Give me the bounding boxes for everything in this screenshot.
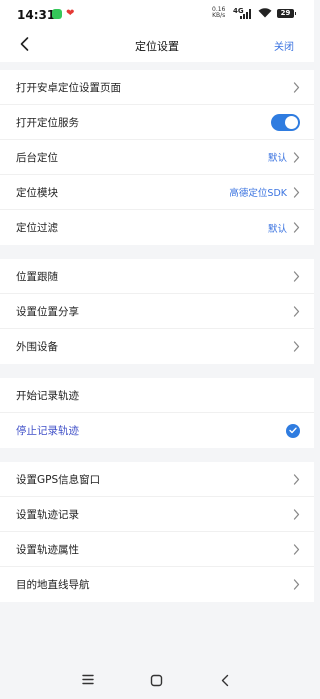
settings-row-label: 开始记录轨迹 (16, 389, 79, 402)
network-speed-unit: KB/s (212, 12, 226, 19)
chevron-right-icon (293, 508, 300, 520)
chevron-right-icon (293, 186, 300, 198)
chevron-right-icon (293, 543, 300, 555)
settings-row[interactable]: 定位模块 高德定位SDK (0, 175, 314, 210)
settings-row-label: 定位过滤 (16, 222, 58, 234)
settings-row-value: 默认 (267, 223, 287, 235)
settings-row[interactable]: 打开定位服务 (0, 105, 314, 140)
battery-icon: 29 (277, 9, 296, 18)
settings-row-label: 停止记录轨迹 (16, 425, 79, 437)
chevron-right-icon (293, 81, 300, 93)
system-back-icon[interactable] (220, 674, 230, 687)
settings-row-value: 默认 (267, 153, 287, 164)
system-nav-bar (0, 663, 314, 699)
chevron-right-icon (293, 473, 300, 485)
wifi-icon (258, 8, 272, 18)
network-speed: 0.16 KB/s (212, 7, 225, 19)
settings-row-label: 设置位置分享 (16, 305, 79, 318)
settings-row-label: 打开安卓定位设置页面 (16, 81, 121, 94)
settings-row-label: 定位模块 (16, 186, 58, 199)
settings-row[interactable]: 停止记录轨迹 (0, 413, 314, 448)
track-recording-section: 开始记录轨迹 停止记录轨迹 (0, 378, 314, 448)
settings-row-label: 外围设备 (16, 341, 58, 353)
chevron-right-icon (293, 270, 300, 282)
settings-row[interactable]: 打开安卓定位设置页面 (0, 70, 314, 105)
location-sharing-section: 位置跟随设置位置分享 外围设备 (0, 259, 314, 364)
settings-row[interactable]: 开始记录轨迹 (0, 378, 314, 413)
chevron-right-icon (293, 579, 300, 590)
chevron-right-icon (293, 151, 300, 163)
settings-row-label: 后台定位 (16, 151, 58, 164)
settings-row[interactable]: 目的地直线导航 (0, 567, 314, 602)
signal-icon (240, 9, 251, 19)
settings-row-value: 高德定位SDK (229, 188, 287, 199)
settings-row[interactable]: 设置位置分享 (0, 294, 314, 329)
settings-row-label: 打开定位服务 (16, 116, 79, 129)
settings-row[interactable]: 设置GPS信息窗口 (0, 462, 314, 497)
settings-row-label: 目的地直线导航 (16, 579, 90, 591)
settings-row[interactable]: 外围设备 (0, 329, 314, 364)
track-settings-section: 设置GPS信息窗口 设置轨迹记录 设置轨迹属性 目的地直线导航 (0, 462, 314, 602)
checkmark-icon (286, 423, 300, 438)
chevron-right-icon (293, 341, 300, 352)
status-time: 14:31 (17, 8, 56, 22)
page-title: 定位设置 (135, 40, 179, 53)
settings-row[interactable]: 定位过滤 默认 (0, 210, 314, 245)
location-settings-section: 打开安卓定位设置页面 打开定位服务 后台定位 默认 定位模块 高德定位SDK 定位过滤 默认 (0, 70, 314, 245)
settings-row-label: 设置GPS信息窗口 (16, 473, 101, 486)
home-icon[interactable] (150, 674, 163, 687)
location-service-toggle[interactable] (271, 113, 300, 131)
settings-row-label: 位置跟随 (16, 270, 58, 283)
heart-notification-icon: ❤ (66, 8, 75, 19)
status-bar: 14:31 ❤ 0.16 KB/s 4G 29 (0, 0, 314, 28)
header-bar: 定位设置 关闭 (0, 28, 314, 62)
close-button[interactable]: 关闭 (274, 38, 294, 53)
settings-row-label: 设置轨迹属性 (16, 543, 79, 556)
settings-row[interactable]: 设置轨迹记录 (0, 497, 314, 532)
settings-row-label: 设置轨迹记录 (16, 508, 79, 521)
settings-row[interactable]: 位置跟随 (0, 259, 314, 294)
chevron-right-icon (293, 305, 300, 317)
settings-row[interactable]: 设置轨迹属性 (0, 532, 314, 567)
settings-row[interactable]: 后台定位 默认 (0, 140, 314, 175)
menu-icon[interactable] (82, 674, 94, 685)
chevron-right-icon (293, 222, 300, 233)
wechat-notification-icon (52, 9, 62, 19)
